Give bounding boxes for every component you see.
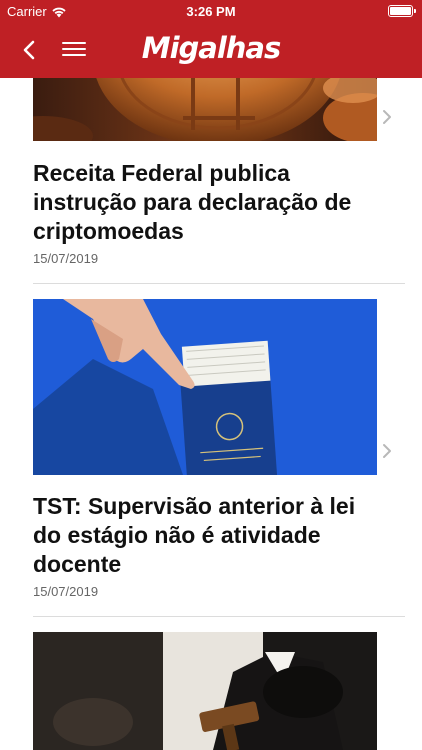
- article-item[interactable]: TST: Supervisão anterior à lei do estági…: [0, 299, 422, 617]
- battery-tip: [414, 9, 416, 13]
- news-feed[interactable]: Receita Federal publica instrução para d…: [0, 78, 422, 750]
- article-image: [33, 632, 377, 750]
- status-time: 3:26 PM: [186, 4, 236, 19]
- chevron-right-icon: [383, 444, 391, 458]
- article-item[interactable]: [0, 632, 422, 750]
- navigation-bar: Migalhas: [0, 22, 422, 78]
- article-image: [33, 78, 377, 141]
- divider: [33, 616, 405, 617]
- status-bar: Carrier 3:26 PM: [0, 0, 422, 22]
- article-item[interactable]: Receita Federal publica instrução para d…: [0, 78, 422, 284]
- divider: [33, 283, 405, 284]
- battery-fill: [390, 7, 411, 15]
- judge-gavel-photo: [33, 632, 377, 750]
- article-headline: TST: Supervisão anterior à lei do estági…: [33, 493, 356, 577]
- brand-logo: Migalhas: [141, 31, 282, 65]
- bitcoin-coins-photo: [33, 78, 377, 141]
- article-date: 15/07/2019: [33, 251, 99, 266]
- article-image: [33, 299, 377, 475]
- battery-icon: [388, 5, 416, 17]
- hand-with-work-card-photo: [33, 299, 377, 475]
- chevron-right-icon: [383, 110, 391, 124]
- article-headline: Receita Federal publica instrução para d…: [33, 160, 352, 244]
- article-date: 15/07/2019: [33, 584, 99, 599]
